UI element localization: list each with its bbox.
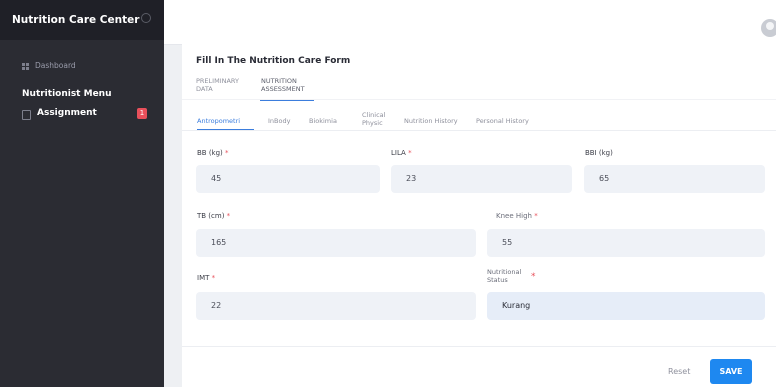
- form-card: [182, 44, 776, 387]
- required-mark: *: [225, 149, 229, 157]
- tab-label-line: NUTRITION: [261, 77, 297, 85]
- subtab-nutrition-history[interactable]: Nutrition History: [404, 117, 458, 125]
- page-title: Fill In The Nutrition Care Form: [196, 56, 351, 66]
- required-mark: *: [226, 212, 231, 220]
- label-text: BB (kg): [197, 149, 223, 157]
- subtab-clinical-physic[interactable]: Clinical Physic: [362, 111, 385, 127]
- imt-label: IMT *: [197, 274, 215, 282]
- subtab-biokimia[interactable]: Biokimia: [309, 117, 337, 125]
- sidebar-item-label: Dashboard: [35, 61, 76, 70]
- label-text: LILA: [391, 149, 406, 157]
- top-header: [164, 0, 776, 45]
- divider: [182, 130, 776, 131]
- label-text: Nutritional: [487, 268, 522, 276]
- subtab-inbody[interactable]: InBody: [268, 117, 290, 125]
- brand-bar: Nutrition Care Center: [0, 0, 164, 40]
- sidebar-item-assignment[interactable]: Assignment 1: [22, 108, 152, 122]
- tab-preliminary-data[interactable]: PRELIMINARY DATA: [196, 77, 239, 93]
- bbi-input[interactable]: 65: [584, 165, 765, 193]
- sidebar-item-label: Assignment: [37, 108, 97, 118]
- knee-high-label: Knee High *: [496, 212, 538, 220]
- nutritional-status-input[interactable]: Kurang: [487, 292, 765, 320]
- grid-icon: [22, 63, 30, 71]
- required-mark: *: [534, 212, 538, 220]
- subtab-personal-history[interactable]: Personal History: [476, 117, 529, 125]
- tb-label: TB (cm) *: [197, 212, 230, 220]
- tab-nutrition-assessment[interactable]: NUTRITION ASSESSMENT: [261, 77, 305, 93]
- required-mark: *: [531, 272, 536, 282]
- label-text: Knee High: [496, 212, 532, 220]
- tab-label-line: DATA: [196, 85, 213, 93]
- bb-input[interactable]: 45: [196, 165, 380, 193]
- subtab-antropometri[interactable]: Antropometri: [197, 117, 240, 125]
- user-avatar[interactable]: [761, 19, 776, 37]
- app-title: Nutrition Care Center: [12, 14, 140, 26]
- sidebar-section-heading: Nutritionist Menu: [22, 89, 112, 99]
- reset-button[interactable]: Reset: [668, 367, 690, 376]
- tab-label-line: ASSESSMENT: [261, 85, 305, 93]
- imt-input[interactable]: 22: [196, 292, 476, 320]
- divider: [182, 99, 776, 100]
- tab-label-line: Clinical: [362, 111, 386, 119]
- sidebar-item-dashboard[interactable]: Dashboard: [22, 61, 152, 73]
- sidebar-toggle-icon[interactable]: [141, 13, 151, 23]
- label-text: IMT: [197, 274, 210, 282]
- knee-high-input[interactable]: 55: [487, 229, 765, 257]
- document-icon: [22, 110, 31, 120]
- divider: [182, 346, 776, 347]
- tb-input[interactable]: 165: [196, 229, 476, 257]
- label-text: TB (cm): [197, 212, 225, 220]
- notification-badge: 1: [137, 108, 147, 119]
- required-mark: *: [211, 274, 216, 282]
- bbi-label: BBI (kg): [585, 149, 613, 157]
- save-button[interactable]: SAVE: [710, 359, 752, 384]
- nutritional-status-label: Nutritional Status: [487, 268, 521, 284]
- required-mark: *: [408, 149, 412, 157]
- lila-input[interactable]: 23: [391, 165, 572, 193]
- sidebar: [0, 0, 164, 387]
- tab-label-line: Physic: [362, 119, 383, 127]
- bb-label: BB (kg) *: [197, 149, 229, 157]
- label-text: Status: [487, 276, 508, 284]
- tab-label-line: PRELIMINARY: [196, 77, 239, 85]
- lila-label: LILA *: [391, 149, 412, 157]
